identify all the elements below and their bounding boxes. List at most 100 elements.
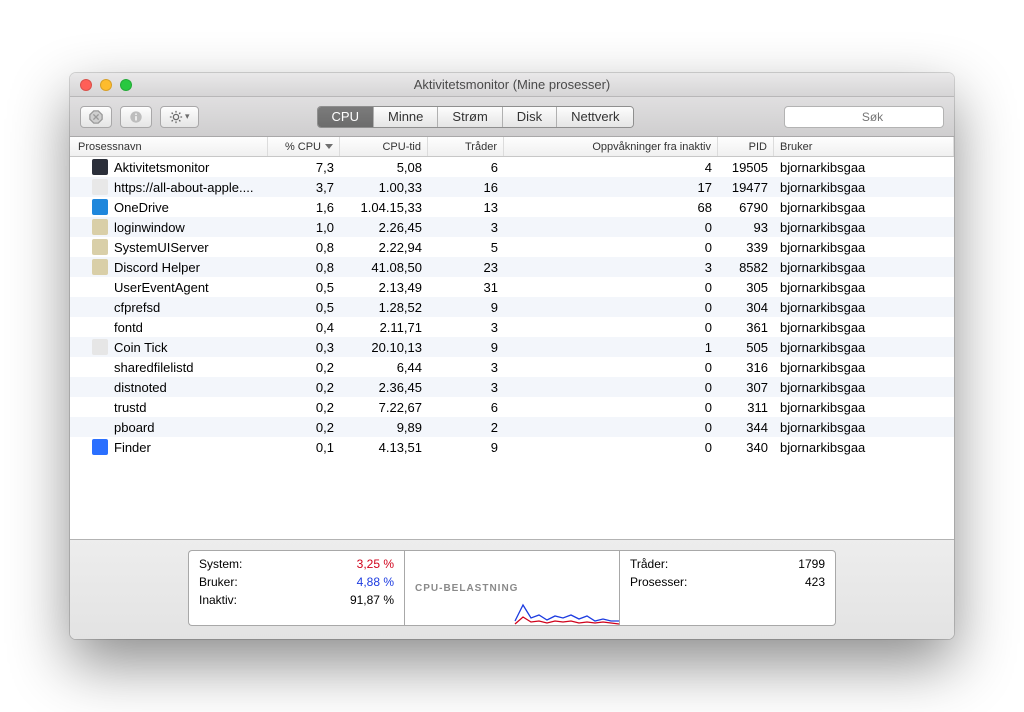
process-name: Finder xyxy=(114,440,151,455)
table-row[interactable]: sharedfilelistd0,26,4430316bjornarkibsga… xyxy=(70,357,954,377)
threads-value: 6 xyxy=(428,400,504,415)
table-row[interactable]: pboard0,29,8920344bjornarkibsgaa xyxy=(70,417,954,437)
tab-cpu[interactable]: CPU xyxy=(318,107,374,127)
table-row[interactable]: Coin Tick0,320.10,1391505bjornarkibsgaa xyxy=(70,337,954,357)
cpu-time-value: 2.11,71 xyxy=(340,320,428,335)
user-value: bjornarkibsgaa xyxy=(774,360,954,375)
user-label: Bruker: xyxy=(199,575,238,589)
table-row[interactable]: trustd0,27.22,6760311bjornarkibsgaa xyxy=(70,397,954,417)
table-row[interactable]: distnoted0,22.36,4530307bjornarkibsgaa xyxy=(70,377,954,397)
settings-button[interactable]: ▾ xyxy=(160,106,199,128)
app-icon xyxy=(92,399,108,415)
header-wakeups[interactable]: Oppvåkninger fra inaktiv xyxy=(504,137,718,156)
user-value: bjornarkibsgaa xyxy=(774,400,954,415)
cpu-value: 0,2 xyxy=(268,380,340,395)
process-name: distnoted xyxy=(114,380,167,395)
cpu-value: 1,6 xyxy=(268,200,340,215)
app-icon xyxy=(92,419,108,435)
header-cpu-time[interactable]: CPU-tid xyxy=(340,137,428,156)
cpu-time-value: 1.28,52 xyxy=(340,300,428,315)
threads-value: 3 xyxy=(428,380,504,395)
threads-value: 13 xyxy=(428,200,504,215)
system-label: System: xyxy=(199,557,242,571)
cpu-value: 7,3 xyxy=(268,160,340,175)
process-table[interactable]: Aktivitetsmonitor7,35,086419505bjornarki… xyxy=(70,157,954,539)
table-row[interactable]: Finder0,14.13,5190340bjornarkibsgaa xyxy=(70,437,954,457)
threads-value: 16 xyxy=(428,180,504,195)
app-icon xyxy=(92,359,108,375)
threads-value: 3 xyxy=(428,320,504,335)
wakeups-value: 4 xyxy=(504,160,718,175)
cpu-load-chart-panel: CPU-BELASTNING xyxy=(404,550,620,626)
window-title: Aktivitetsmonitor (Mine prosesser) xyxy=(70,77,954,92)
cpu-time-value: 1.00,33 xyxy=(340,180,428,195)
cpu-value: 0,2 xyxy=(268,400,340,415)
inspect-process-button[interactable] xyxy=(120,106,152,128)
threads-value: 23 xyxy=(428,260,504,275)
wakeups-value: 68 xyxy=(504,200,718,215)
app-icon xyxy=(92,319,108,335)
footer: System:3,25 % Bruker:4,88 % Inaktiv:91,8… xyxy=(70,539,954,639)
threads-value: 2 xyxy=(428,420,504,435)
user-value: 4,88 % xyxy=(357,575,394,589)
user-value: bjornarkibsgaa xyxy=(774,440,954,455)
threads-value: 6 xyxy=(428,160,504,175)
gear-icon xyxy=(169,110,183,124)
wakeups-value: 0 xyxy=(504,300,718,315)
process-name: UserEventAgent xyxy=(114,280,209,295)
table-row[interactable]: SystemUIServer0,82.22,9450339bjornarkibs… xyxy=(70,237,954,257)
header-user[interactable]: Bruker xyxy=(774,137,954,156)
wakeups-value: 0 xyxy=(504,360,718,375)
process-name: Coin Tick xyxy=(114,340,167,355)
process-name: Aktivitetsmonitor xyxy=(114,160,209,175)
header-threads[interactable]: Tråder xyxy=(428,137,504,156)
tab-minne[interactable]: Minne xyxy=(374,107,438,127)
cpu-value: 3,7 xyxy=(268,180,340,195)
app-icon xyxy=(92,259,108,275)
cpu-value: 0,2 xyxy=(268,420,340,435)
cpu-time-value: 2.13,49 xyxy=(340,280,428,295)
search-input[interactable] xyxy=(795,110,950,124)
wakeups-value: 1 xyxy=(504,340,718,355)
processes-value: 423 xyxy=(805,575,825,589)
tab-strøm[interactable]: Strøm xyxy=(438,107,502,127)
user-value: bjornarkibsgaa xyxy=(774,200,954,215)
cpu-time-value: 7.22,67 xyxy=(340,400,428,415)
table-row[interactable]: Discord Helper0,841.08,502338582bjornark… xyxy=(70,257,954,277)
table-row[interactable]: Aktivitetsmonitor7,35,086419505bjornarki… xyxy=(70,157,954,177)
counts-panel: Tråder:1799 Prosesser:423 xyxy=(620,550,836,626)
wakeups-value: 0 xyxy=(504,320,718,335)
app-icon xyxy=(92,219,108,235)
table-row[interactable]: https://all-about-apple....3,71.00,33161… xyxy=(70,177,954,197)
search-field[interactable] xyxy=(784,106,944,128)
table-row[interactable]: loginwindow1,02.26,453093bjornarkibsgaa xyxy=(70,217,954,237)
header-pid[interactable]: PID xyxy=(718,137,774,156)
cpu-time-value: 5,08 xyxy=(340,160,428,175)
tab-disk[interactable]: Disk xyxy=(503,107,557,127)
pid-value: 307 xyxy=(718,380,774,395)
header-cpu[interactable]: % CPU xyxy=(268,137,340,156)
app-icon xyxy=(92,199,108,215)
user-value: bjornarkibsgaa xyxy=(774,160,954,175)
user-value: bjornarkibsgaa xyxy=(774,380,954,395)
cpu-value: 0,8 xyxy=(268,240,340,255)
user-value: bjornarkibsgaa xyxy=(774,280,954,295)
table-row[interactable]: OneDrive1,61.04.15,3313686790bjornarkibs… xyxy=(70,197,954,217)
tab-nettverk[interactable]: Nettverk xyxy=(557,107,633,127)
table-row[interactable]: UserEventAgent0,52.13,49310305bjornarkib… xyxy=(70,277,954,297)
app-icon xyxy=(92,239,108,255)
table-row[interactable]: cfprefsd0,51.28,5290304bjornarkibsgaa xyxy=(70,297,954,317)
stop-process-button[interactable] xyxy=(80,106,112,128)
toolbar: ▾ CPUMinneStrømDiskNettverk xyxy=(70,97,954,137)
pid-value: 316 xyxy=(718,360,774,375)
threads-value: 9 xyxy=(428,300,504,315)
process-name: pboard xyxy=(114,420,154,435)
table-row[interactable]: fontd0,42.11,7130361bjornarkibsgaa xyxy=(70,317,954,337)
header-process-name[interactable]: Prosessnavn xyxy=(70,137,268,156)
app-icon xyxy=(92,299,108,315)
process-name: fontd xyxy=(114,320,143,335)
pid-value: 8582 xyxy=(718,260,774,275)
process-name: cfprefsd xyxy=(114,300,160,315)
idle-value: 91,87 % xyxy=(350,593,394,607)
process-name: Discord Helper xyxy=(114,260,200,275)
